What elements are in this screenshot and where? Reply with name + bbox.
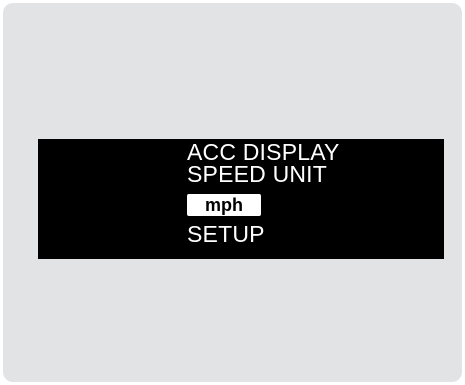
display-screen: ACC DISPLAY SPEED UNIT mph SETUP [38, 139, 444, 259]
menu-line-speed-unit: SPEED UNIT [187, 161, 328, 187]
speed-unit-option-selected[interactable]: mph [187, 194, 261, 216]
background-panel: ACC DISPLAY SPEED UNIT mph SETUP [3, 3, 462, 382]
menu-line-setup[interactable]: SETUP [187, 223, 265, 246]
